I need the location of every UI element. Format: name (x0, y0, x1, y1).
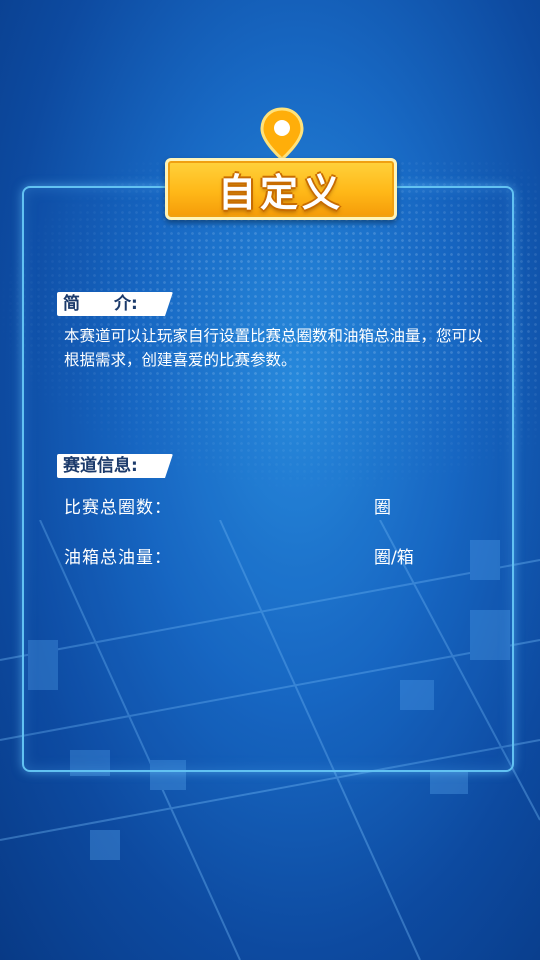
fuel-capacity-label: 油箱总油量： (64, 548, 172, 568)
page-title: 自定义 (217, 170, 344, 215)
title-banner: 自定义 (165, 158, 397, 220)
total-laps-value[interactable] (200, 492, 360, 518)
fuel-capacity-value[interactable] (200, 542, 360, 568)
total-laps-unit: 圈 (374, 498, 391, 518)
location-pin-icon (260, 107, 304, 161)
intro-section-tag: 简 介: (57, 292, 173, 316)
info-panel (22, 186, 514, 772)
total-laps-label: 比赛总圈数： (64, 498, 172, 518)
intro-description: 本赛道可以让玩家自行设置比赛总圈数和油箱总油量，您可以根据需求，创建喜爱的比赛参… (64, 327, 483, 369)
fuel-capacity-unit: 圈/箱 (374, 548, 414, 568)
track-info-section-tag: 赛道信息: (57, 454, 173, 478)
